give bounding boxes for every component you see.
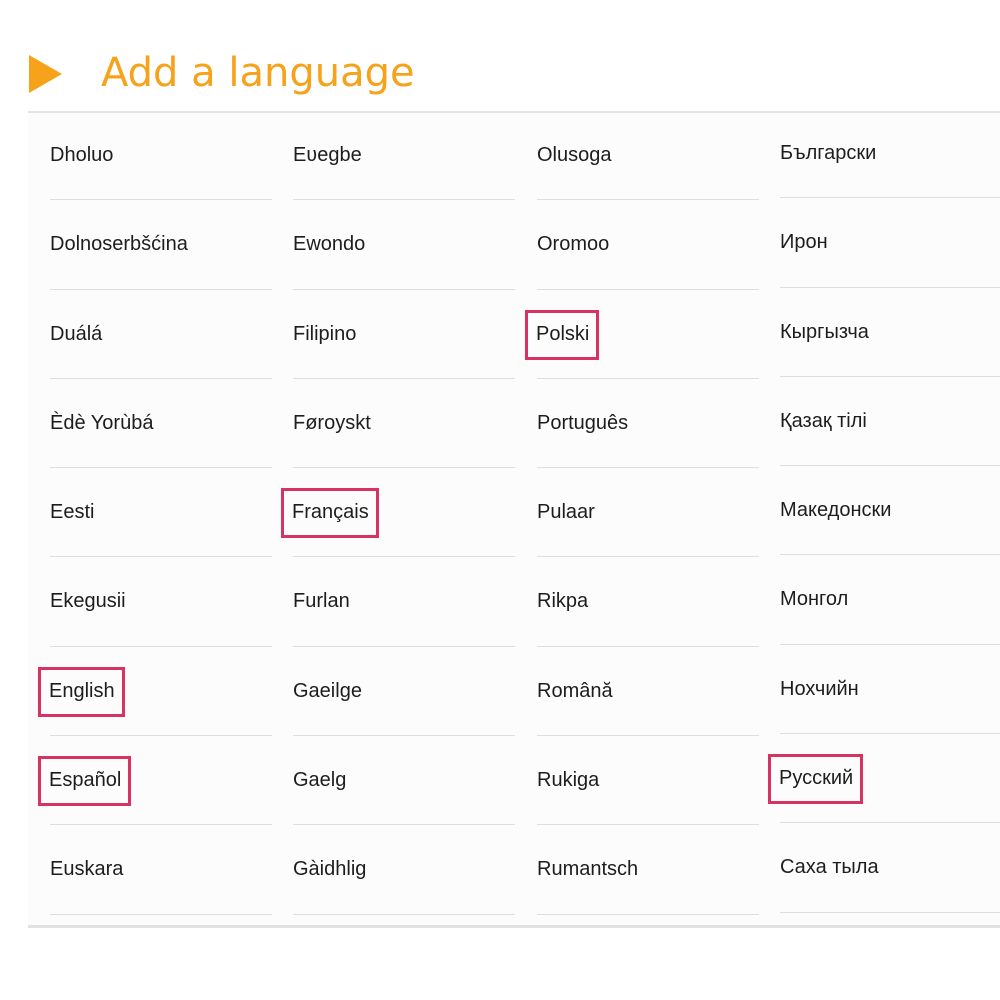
language-column-3: Olusoga Oromoo Polski Português Pulaar Rikpa R… xyxy=(524,111,759,915)
language-option[interactable]: Саха тыла xyxy=(780,823,1000,913)
language-label: Gaeilge xyxy=(293,679,362,702)
language-label: Нохчийн xyxy=(780,677,859,700)
language-label: Кыргызча xyxy=(780,320,869,343)
language-label: Қазақ тілі xyxy=(780,409,867,432)
language-option[interactable]: Қазақ тілі xyxy=(780,377,1000,467)
language-label: Rumantsch xyxy=(537,858,639,881)
language-option[interactable]: Gàidhlig xyxy=(293,825,515,915)
language-option[interactable]: Монгол xyxy=(780,555,1000,645)
language-option[interactable]: Português xyxy=(537,379,759,469)
language-label: Duálá xyxy=(50,322,103,345)
language-option[interactable]: Èdè Yorùbá xyxy=(50,379,272,469)
language-option[interactable]: Кыргызча xyxy=(780,288,1000,377)
language-label: Ewondo xyxy=(293,233,366,256)
language-label: English xyxy=(38,666,125,717)
language-option[interactable]: Dholuo xyxy=(50,111,272,201)
language-option[interactable]: Română xyxy=(537,647,759,737)
language-label: Polski xyxy=(524,309,600,360)
language-option[interactable]: Ирон xyxy=(780,198,1000,288)
language-option[interactable]: Русский xyxy=(767,734,1000,824)
language-label: Rukiga xyxy=(537,769,600,792)
language-option[interactable]: Pulaar xyxy=(537,468,759,558)
language-option[interactable]: Gaeilge xyxy=(293,647,515,737)
language-option[interactable]: Rikpa xyxy=(537,557,759,647)
language-option[interactable]: Français xyxy=(281,468,515,558)
language-label: Русский xyxy=(767,754,864,805)
language-option[interactable]: Rumantsch xyxy=(537,825,759,915)
language-label: Eʋegbe xyxy=(293,144,362,166)
language-label: Rikpa xyxy=(537,590,589,613)
language-option[interactable]: Македонски xyxy=(780,466,1000,556)
language-option[interactable]: Български xyxy=(780,109,1000,199)
language-label: Ирон xyxy=(780,231,828,254)
language-option[interactable]: Ewondo xyxy=(293,200,515,290)
language-label: Pulaar xyxy=(537,501,595,524)
language-option[interactable]: Olusoga xyxy=(537,111,759,201)
language-column-1: Dholuo Dolnoserbšćina Duálá Èdè Yorùbá Eesti… xyxy=(37,111,272,915)
language-label: Oromoo xyxy=(537,233,610,256)
language-label: Dholuo xyxy=(50,144,114,166)
language-option[interactable]: Dolnoserbšćina xyxy=(50,200,272,290)
language-label: Română xyxy=(537,679,613,702)
language-option[interactable]: Filipino xyxy=(293,290,515,379)
language-option[interactable]: Rukiga xyxy=(537,736,759,826)
language-label: Français xyxy=(281,488,379,539)
language-label: Euskara xyxy=(50,858,124,881)
language-option[interactable]: Oromoo xyxy=(537,200,759,290)
language-label: Македонски xyxy=(780,499,892,522)
language-option[interactable]: Euskara xyxy=(50,825,272,915)
language-option[interactable]: English xyxy=(38,647,272,737)
language-option[interactable]: Español xyxy=(37,736,272,826)
language-label: Български xyxy=(780,142,877,164)
language-option[interactable]: Furlan xyxy=(293,557,515,647)
language-label: Èdè Yorùbá xyxy=(50,411,154,434)
language-label: Eesti xyxy=(50,501,95,524)
play-icon xyxy=(29,55,62,93)
language-label: Саха тыла xyxy=(780,856,879,879)
language-option[interactable]: Polski xyxy=(524,290,759,379)
language-label: Furlan xyxy=(293,590,350,613)
language-option[interactable]: Duálá xyxy=(50,290,272,379)
language-option[interactable]: Нохчийн xyxy=(780,645,1000,735)
language-label: Gàidhlig xyxy=(293,858,367,881)
language-column-4: Български Ирон Кыргызча Қазақ тілі Македонск… xyxy=(767,109,1000,913)
language-option[interactable]: Føroyskt xyxy=(293,379,515,469)
language-label: Gaelg xyxy=(293,769,347,792)
language-label: Olusoga xyxy=(537,144,612,166)
language-label: Español xyxy=(37,756,132,807)
language-option[interactable]: Gaelg xyxy=(293,736,515,826)
language-option[interactable]: Eesti xyxy=(50,468,272,558)
language-option[interactable]: Eʋegbe xyxy=(293,111,515,201)
language-label: Filipino xyxy=(293,322,357,345)
language-option[interactable]: Ekegusii xyxy=(50,557,272,647)
language-label: Português xyxy=(537,411,629,434)
language-column-2: Eʋegbe Ewondo Filipino Føroyskt Français Furl… xyxy=(281,111,515,915)
language-label: Føroyskt xyxy=(293,411,371,434)
header: Add a language xyxy=(0,0,1000,112)
language-label: Ekegusii xyxy=(50,590,126,613)
page-title: Add a language xyxy=(101,50,415,96)
language-label: Dolnoserbšćina xyxy=(50,233,188,256)
language-label: Монгол xyxy=(780,588,849,611)
